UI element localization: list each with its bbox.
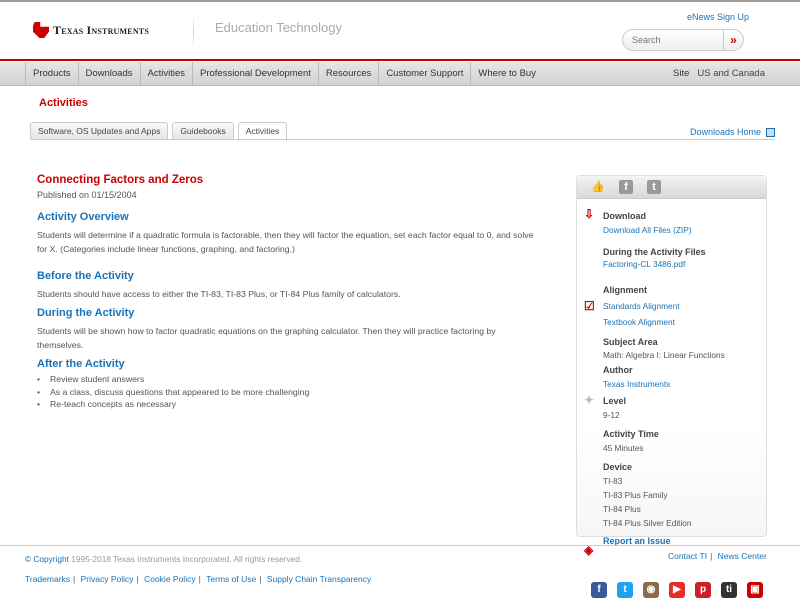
- nav-customer-support[interactable]: Customer Support: [379, 62, 472, 85]
- device-item: TI-83 Plus Family: [603, 490, 668, 500]
- pinterest-icon[interactable]: p: [695, 582, 711, 598]
- author-heading: Author: [603, 365, 633, 375]
- site-label: Site: [673, 68, 690, 79]
- site-selector[interactable]: Site US and Canada: [673, 68, 765, 79]
- tab-divider: [30, 139, 775, 140]
- nav-professional-development[interactable]: Professional Development: [193, 62, 319, 85]
- nav-downloads[interactable]: Downloads: [79, 62, 141, 85]
- list-item: Re-teach concepts as necessary: [37, 398, 537, 411]
- brand-name: Texas Instruments: [53, 22, 149, 37]
- facebook-icon[interactable]: f: [591, 582, 607, 598]
- during-text: Students will be shown how to factor qua…: [37, 326, 496, 350]
- downloads-home-label: Downloads Home: [690, 127, 762, 137]
- social-links: f t ◉ ▶ p ti ▣: [591, 582, 763, 598]
- time-heading: Activity Time: [603, 429, 659, 439]
- search-box: »: [622, 29, 744, 51]
- file-link[interactable]: Factoring-CL 3486.pdf: [603, 259, 766, 269]
- nav-resources[interactable]: Resources: [319, 62, 380, 85]
- instagram-icon[interactable]: ◉: [643, 582, 659, 598]
- subject-heading: Subject Area: [603, 337, 658, 347]
- cookie-policy-link[interactable]: Cookie Policy: [144, 574, 196, 584]
- enews-signup-link[interactable]: eNews Sign Up: [687, 12, 749, 22]
- ti-blog-icon[interactable]: ti: [721, 582, 737, 598]
- level-heading: Level: [603, 396, 627, 406]
- nav-activities[interactable]: Activities: [141, 62, 193, 85]
- nav-where-to-buy[interactable]: Where to Buy: [471, 62, 543, 85]
- search-input[interactable]: [623, 35, 723, 45]
- checkbox-icon: ☑: [584, 299, 595, 313]
- before-heading: Before the Activity: [37, 270, 134, 282]
- download-icon: ⇩: [584, 207, 595, 221]
- ti-tube-icon[interactable]: ▣: [747, 582, 763, 598]
- after-heading: After the Activity: [37, 358, 125, 370]
- search-button[interactable]: »: [723, 30, 743, 50]
- device-heading: Device: [603, 462, 633, 472]
- youtube-icon[interactable]: ▶: [669, 582, 685, 598]
- nav-products[interactable]: Products: [25, 62, 79, 85]
- list-item: As a class, discuss questions that appea…: [37, 386, 537, 399]
- copyright-link[interactable]: © Copyright: [25, 554, 69, 564]
- twitter-share-icon[interactable]: t: [647, 180, 661, 194]
- alignment-heading: Alignment: [603, 285, 647, 295]
- after-list: Review student answers As a class, discu…: [37, 373, 537, 411]
- copyright-text: 1995-2018 Texas Instruments Incorporated…: [71, 554, 303, 564]
- trademarks-link[interactable]: Trademarks: [25, 574, 70, 584]
- share-bar: 👍 f t: [577, 176, 766, 199]
- download-all-link[interactable]: Download All Files (ZIP): [603, 225, 766, 235]
- before-text: Students should have access to either th…: [37, 289, 401, 299]
- page-title: Activities: [39, 97, 88, 109]
- contact-ti-link[interactable]: Contact TI: [668, 551, 707, 561]
- activity-title: Connecting Factors and Zeros: [37, 174, 204, 186]
- supply-chain-link[interactable]: Supply Chain Transparency: [267, 574, 371, 584]
- footer-right-links: Contact TI | News Center: [668, 551, 767, 561]
- published-date: Published on 01/15/2004: [37, 190, 137, 200]
- copyright: © Copyright 1995-2018 Texas Instruments …: [25, 554, 302, 564]
- during-heading: During the Activity: [37, 307, 135, 319]
- news-center-link[interactable]: News Center: [718, 551, 767, 561]
- facebook-share-icon[interactable]: f: [619, 180, 633, 194]
- tab-software[interactable]: Software, OS Updates and Apps: [30, 122, 169, 140]
- home-icon: [766, 127, 776, 137]
- header-rule: [0, 59, 800, 61]
- list-item: Review student answers: [37, 373, 537, 386]
- header-divider: [193, 14, 194, 48]
- overview-heading: Activity Overview: [37, 211, 129, 223]
- subject-value: Math: Algebra I: Linear Functions: [603, 350, 725, 360]
- time-value: 45 Minutes: [603, 443, 644, 453]
- downloads-home-link[interactable]: Downloads Home: [690, 127, 776, 137]
- terms-of-use-link[interactable]: Terms of Use: [206, 574, 256, 584]
- author-link[interactable]: Texas Instruments: [603, 379, 766, 389]
- twitter-icon[interactable]: t: [617, 582, 633, 598]
- during-files-heading: During the Activity Files: [603, 247, 706, 257]
- textbook-alignment-link[interactable]: Textbook Alignment: [603, 317, 766, 327]
- site-value: US and Canada: [697, 68, 765, 79]
- tab-guidebooks[interactable]: Guidebooks: [172, 122, 234, 140]
- device-item: TI-84 Plus: [603, 504, 641, 514]
- activity-content: Connecting Factors and Zeros Published o…: [37, 174, 537, 411]
- activity-sidebar: 👍 f t ⇩ Download Download All Files (ZIP…: [576, 175, 767, 557]
- standards-alignment-link[interactable]: Standards Alignment: [603, 301, 766, 311]
- like-icon[interactable]: 👍: [591, 180, 605, 194]
- device-item: TI-83: [603, 476, 623, 486]
- ti-logo-icon: [33, 22, 49, 38]
- ti-logo[interactable]: Texas Instruments: [33, 22, 149, 38]
- footer-divider: [0, 545, 800, 546]
- privacy-policy-link[interactable]: Privacy Policy: [81, 574, 134, 584]
- download-heading: Download: [603, 211, 646, 221]
- level-value: 9-12: [603, 410, 620, 420]
- texas-state-icon: ✦: [584, 393, 595, 407]
- section-title: Education Technology: [215, 20, 342, 35]
- overview-text: Students will determine if a quadratic f…: [37, 230, 534, 254]
- device-item: TI-84 Plus Silver Edition: [603, 518, 692, 528]
- footer-links: Trademarks | Privacy Policy | Cookie Polic…: [25, 574, 372, 584]
